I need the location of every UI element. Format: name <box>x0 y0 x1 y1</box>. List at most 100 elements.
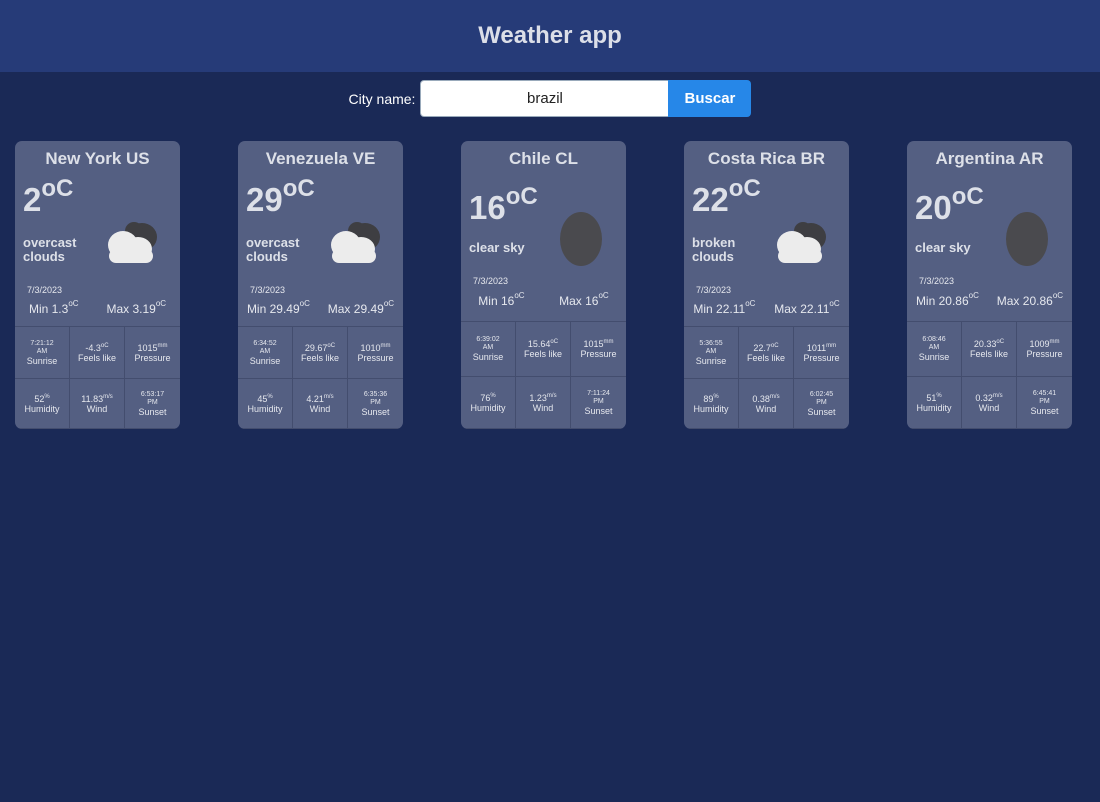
temperature: 20oC <box>915 185 984 227</box>
sunrise-cell: 6:39:02 AM Sunrise <box>461 322 516 377</box>
feels-like-value-wrap: 29.67oC <box>305 343 335 353</box>
temperature: 29oC <box>246 177 315 219</box>
humidity-value-wrap: 89% <box>703 394 718 404</box>
sunset-cell: 6:35:36 PM Sunset <box>348 379 403 429</box>
feels-like-cell: -4.3oC Feels like <box>70 327 125 379</box>
sunset-time: 7:11:24 <box>587 389 610 397</box>
pressure-unit: mm <box>603 339 614 345</box>
pressure-cell: 1011mm Pressure <box>794 327 849 379</box>
search-button[interactable]: Buscar <box>668 80 752 117</box>
sunrise-cell: 5:36:55 AM Sunrise <box>684 327 739 379</box>
min-temp-value: Min 22.11 <box>693 302 746 316</box>
sunrise-ampm: AM <box>36 347 48 355</box>
wind-unit: m/s <box>546 392 557 399</box>
feels-like-value-wrap: 22.7oC <box>753 343 778 353</box>
wind-value-wrap: 11.83m/s <box>81 394 113 404</box>
min-temp-value: Min 1.3 <box>28 302 69 316</box>
min-max: Min 29.49oC Max 29.49oC <box>238 299 403 316</box>
max-temp-unit: oC <box>598 291 609 300</box>
min-temp-value: Min 16 <box>478 294 515 308</box>
pressure-cell: 1015mm Pressure <box>125 327 180 379</box>
wind-cell: 0.38m/s Wind <box>739 379 794 429</box>
humidity-label: Humidity <box>693 403 729 414</box>
min-max: Min 20.86oC Max 20.86oC <box>907 291 1072 308</box>
feels-like-value-wrap: 20.33oC <box>974 339 1004 349</box>
temperature-unit: oC <box>505 183 538 210</box>
sunset-time: 6:53:17 <box>140 390 165 398</box>
pressure-value-wrap: 1011mm <box>807 343 836 353</box>
humidity-value: 51 <box>926 392 937 403</box>
max-temp: Max 16oC <box>559 291 609 308</box>
details-grid: 7:21:12 AM Sunrise -4.3oC Feels like 101… <box>15 326 180 429</box>
sunrise-label: Sunrise <box>26 355 58 366</box>
feels-like-unit: oC <box>770 342 779 349</box>
pressure-value-wrap: 1009mm <box>1029 339 1059 349</box>
city-name-input[interactable] <box>420 80 669 117</box>
sunrise-ampm: AM <box>928 344 940 351</box>
sunrise-ampm: AM <box>482 344 494 351</box>
max-temp-unit: oC <box>155 299 167 308</box>
max-temp: Max 3.19oC <box>106 299 167 316</box>
humidity-label: Humidity <box>470 402 506 413</box>
feels-like-unit: oC <box>327 342 336 349</box>
humidity-unit: % <box>936 392 942 399</box>
feels-like-label: Feels like <box>746 352 785 363</box>
sunrise-label: Sunrise <box>472 352 504 362</box>
wind-label: Wind <box>978 402 1000 413</box>
sunset-time: 6:35:36 <box>363 390 388 398</box>
wind-label: Wind <box>755 403 777 414</box>
sunset-time: 6:45:41 <box>1032 389 1057 397</box>
sunset-label: Sunset <box>584 405 613 416</box>
wind-value: 0.32 <box>975 392 993 403</box>
feels-like-label: Feels like <box>300 352 339 363</box>
min-temp: Min 20.86oC <box>916 291 979 308</box>
sunset-label: Sunset <box>1030 405 1059 416</box>
date: 7/3/2023 <box>919 276 955 286</box>
humidity-cell: 76% Humidity <box>461 377 516 429</box>
sunset-cell: 6:02:45 PM Sunset <box>794 379 849 429</box>
wind-label: Wind <box>532 402 554 413</box>
wind-value: 1.23 <box>529 392 547 403</box>
humidity-cell: 51% Humidity <box>907 377 962 429</box>
max-temp-unit: oC <box>1052 291 1064 300</box>
sunrise-cell: 6:34:52 AM Sunrise <box>238 327 293 379</box>
wind-value-wrap: 0.38m/s <box>752 394 779 404</box>
feels-like-cell: 20.33oC Feels like <box>962 322 1017 377</box>
feels-like-cell: 22.7oC Feels like <box>739 327 794 379</box>
humidity-value-wrap: 76% <box>480 393 495 403</box>
min-temp: Min 1.3oC <box>28 299 79 316</box>
cloud-icon <box>323 211 385 272</box>
max-temp-value: Max 3.19 <box>106 302 156 316</box>
sunset-ampm: PM <box>1039 397 1050 405</box>
pressure-unit: mm <box>157 342 168 349</box>
humidity-unit: % <box>267 393 273 400</box>
cloud-icon <box>769 211 831 272</box>
details-grid: 6:34:52 AM Sunrise 29.67oC Feels like 10… <box>238 326 403 429</box>
app-header: Weather app <box>0 0 1100 72</box>
min-max: Min 16 oC Max 16oC <box>461 291 626 308</box>
weather-card: Argentina AR 20oC clear sky 7/3/2023 Min… <box>907 141 1072 429</box>
pressure-cell: 1015mm Pressure <box>571 322 626 377</box>
pressure-value: 1011 <box>806 342 827 353</box>
min-temp: Min 29.49oC <box>246 299 310 316</box>
pressure-value: 1015 <box>137 342 158 353</box>
temperature-value: 22 <box>692 181 729 218</box>
min-temp-unit: oC <box>299 299 310 308</box>
min-temp-value: Min 29.49 <box>246 302 300 316</box>
date: 7/3/2023 <box>473 276 509 286</box>
feels-like-unit: oC <box>100 342 109 349</box>
min-temp-unit: oC <box>745 299 756 308</box>
humidity-value-wrap: 45% <box>257 394 272 404</box>
max-temp-value: Max 20.86 <box>996 294 1053 308</box>
pressure-label: Pressure <box>357 352 394 363</box>
pressure-label: Pressure <box>134 352 171 363</box>
feels-like-unit: oC <box>996 339 1005 345</box>
humidity-value: 89 <box>703 393 714 404</box>
feels-like-value: 20.33 <box>973 339 997 349</box>
temperature: 2oC <box>23 177 73 219</box>
feels-like-value-wrap: -4.3oC <box>85 343 108 353</box>
city-name: Argentina AR <box>935 149 1044 168</box>
city-name: Chile CL <box>509 149 578 168</box>
wind-value: 0.38 <box>752 393 770 404</box>
humidity-label: Humidity <box>916 402 952 413</box>
